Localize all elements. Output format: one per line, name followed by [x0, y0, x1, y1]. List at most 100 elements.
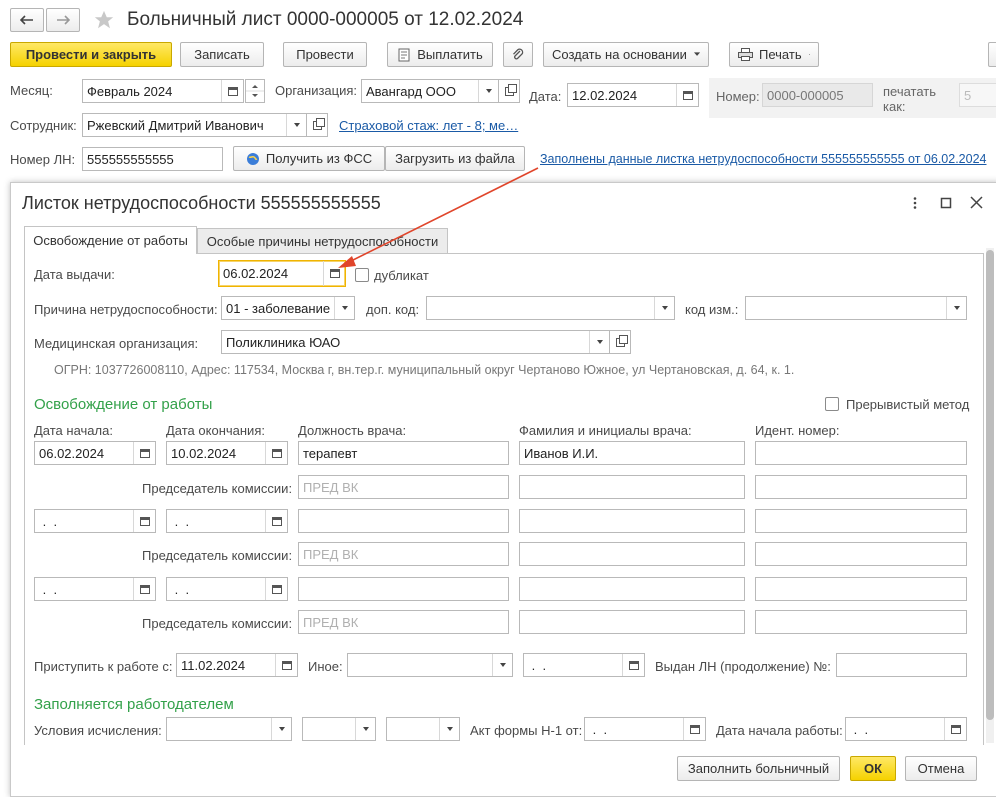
chevron-down-icon[interactable]	[589, 331, 609, 353]
calendar-icon[interactable]	[221, 80, 243, 102]
calendar-icon[interactable]	[622, 654, 644, 676]
calendar-icon[interactable]	[275, 654, 297, 676]
row1-doctor-position[interactable]: терапевт	[298, 441, 509, 465]
act-form-date[interactable]: . .	[584, 717, 706, 741]
chevron-down-icon[interactable]	[439, 718, 459, 740]
more-options-icon[interactable]	[909, 196, 921, 210]
calendar-icon[interactable]	[944, 718, 966, 740]
row2-doctor-name[interactable]	[519, 509, 745, 533]
calendar-icon[interactable]	[265, 578, 287, 600]
cancel-button[interactable]: Отмена	[905, 756, 977, 781]
row2-start-date[interactable]: . .	[34, 509, 156, 533]
issue-date-label: Дата выдачи:	[34, 267, 115, 282]
work-start-date[interactable]: . .	[845, 717, 967, 741]
calendar-icon[interactable]	[265, 510, 287, 532]
open-organization-button[interactable]	[498, 79, 520, 103]
employee-field[interactable]: Ржевский Дмитрий Иванович	[82, 113, 307, 137]
calc-condition-2[interactable]	[302, 717, 376, 741]
calendar-icon[interactable]	[133, 578, 155, 600]
row2-end-date[interactable]: . .	[166, 509, 288, 533]
issue-date-field[interactable]: 06.02.2024	[218, 260, 346, 287]
back-button[interactable]	[10, 8, 44, 32]
row3-end-date[interactable]: . .	[166, 577, 288, 601]
return-to-work-field[interactable]: 11.02.2024	[176, 653, 298, 677]
post-button[interactable]: Провести	[283, 42, 367, 67]
get-from-fss-button[interactable]: Получить из ФСС	[233, 146, 385, 171]
row1-start-value: 06.02.2024	[39, 445, 105, 461]
month-stepper[interactable]	[245, 79, 265, 103]
ln-number-field[interactable]: 555555555555	[82, 147, 223, 171]
calendar-icon[interactable]	[676, 84, 698, 106]
row1-start-date[interactable]: 06.02.2024	[34, 441, 156, 465]
calc-condition-1[interactable]	[166, 717, 292, 741]
organization-field[interactable]: Авангард ООО	[361, 79, 499, 103]
tab-special-reasons[interactable]: Особые причины нетрудоспособности	[197, 228, 448, 254]
row3-chair-doctor[interactable]	[519, 610, 745, 634]
calc-condition-3[interactable]	[386, 717, 460, 741]
row1-chair-doctor[interactable]	[519, 475, 745, 499]
post-and-close-button[interactable]: Провести и закрыть	[10, 42, 172, 67]
calendar-icon[interactable]	[265, 442, 287, 464]
ok-button[interactable]: ОК	[850, 756, 896, 781]
row2-chair-ident[interactable]	[755, 542, 967, 566]
calendar-icon[interactable]	[323, 261, 345, 286]
pay-button[interactable]: Выплатить	[387, 42, 493, 67]
row2-chair-doctor[interactable]	[519, 542, 745, 566]
print-button[interactable]: Печать	[729, 42, 819, 67]
create-based-button[interactable]: Создать на основании	[543, 42, 709, 67]
print-as-field[interactable]: 5	[959, 83, 996, 107]
open-employee-button[interactable]	[306, 113, 328, 137]
chevron-down-icon[interactable]	[334, 297, 354, 319]
row1-chair-field[interactable]: ПРЕД ВК	[298, 475, 509, 499]
chevron-down-icon[interactable]	[946, 297, 966, 319]
row3-ident-number[interactable]	[755, 577, 967, 601]
row1-doctor-name[interactable]: Иванов И.И.	[519, 441, 745, 465]
date-field[interactable]: 12.02.2024	[567, 83, 699, 107]
duplicate-checkbox[interactable]	[355, 268, 369, 282]
row3-start-date[interactable]: . .	[34, 577, 156, 601]
row2-doctor-position[interactable]	[298, 509, 509, 533]
chevron-down-icon[interactable]	[654, 297, 674, 319]
chevron-down-icon[interactable]	[271, 718, 291, 740]
other-field[interactable]	[347, 653, 513, 677]
fill-sick-leave-button[interactable]: Заполнить больничный	[677, 756, 840, 781]
row3-doctor-position[interactable]	[298, 577, 509, 601]
other-date-field[interactable]: . .	[523, 653, 645, 677]
row1-ident-number[interactable]	[755, 441, 967, 465]
close-icon[interactable]	[970, 196, 983, 209]
filled-data-link[interactable]: Заполнены данные листка нетрудоспособнос…	[540, 152, 986, 166]
chevron-down-icon[interactable]	[286, 114, 306, 136]
chevron-down-icon[interactable]	[478, 80, 498, 102]
row2-ident-number[interactable]	[755, 509, 967, 533]
row3-chair-field[interactable]: ПРЕД ВК	[298, 610, 509, 634]
tab-release-from-work[interactable]: Освобождение от работы	[24, 226, 197, 254]
row1-chair-ident[interactable]	[755, 475, 967, 499]
intermittent-checkbox[interactable]	[825, 397, 839, 411]
tab-active-gap	[25, 252, 196, 255]
maximize-icon[interactable]	[940, 197, 952, 209]
extra-code-field[interactable]	[426, 296, 675, 320]
calendar-icon[interactable]	[133, 510, 155, 532]
row2-chair-field[interactable]: ПРЕД ВК	[298, 542, 509, 566]
insurance-experience-link[interactable]: Страховой стаж: лет - 8; ме…	[339, 118, 518, 133]
calendar-icon[interactable]	[133, 442, 155, 464]
star-icon[interactable]	[93, 9, 115, 31]
chevron-down-icon[interactable]	[492, 654, 512, 676]
chevron-down-icon[interactable]	[355, 718, 375, 740]
forward-button[interactable]	[46, 8, 80, 32]
continuation-field[interactable]	[836, 653, 967, 677]
attach-button[interactable]	[503, 42, 533, 67]
calendar-icon[interactable]	[683, 718, 705, 740]
scrollbar-thumb[interactable]	[986, 250, 994, 720]
save-button[interactable]: Записать	[180, 42, 264, 67]
row3-doctor-name[interactable]	[519, 577, 745, 601]
open-medical-org-button[interactable]	[609, 330, 631, 354]
more-button[interactable]	[988, 42, 996, 67]
load-from-file-button[interactable]: Загрузить из файла	[385, 146, 525, 171]
change-code-field[interactable]	[745, 296, 967, 320]
medical-org-field[interactable]: Поликлиника ЮАО	[221, 330, 610, 354]
month-field[interactable]: Февраль 2024	[82, 79, 244, 103]
reason-field[interactable]: 01 - заболевание	[221, 296, 355, 320]
row3-chair-ident[interactable]	[755, 610, 967, 634]
row1-end-date[interactable]: 10.02.2024	[166, 441, 288, 465]
